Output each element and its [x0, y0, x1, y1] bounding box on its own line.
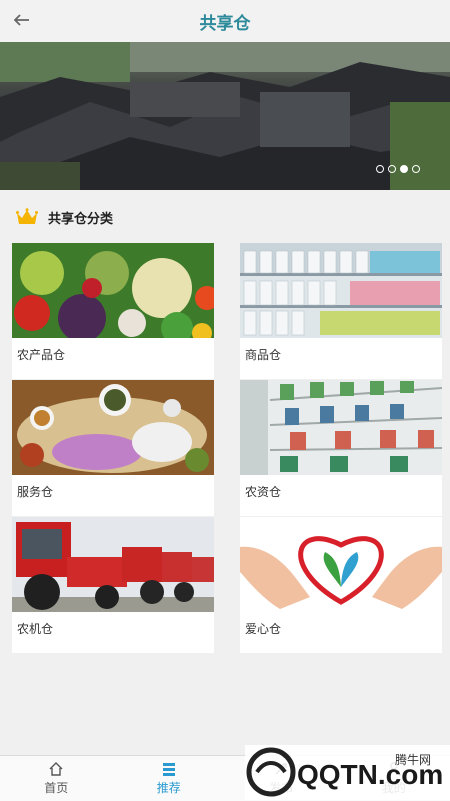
- category-card-supplies[interactable]: 农资仓: [240, 380, 442, 516]
- category-card-goods[interactable]: 商品仓: [240, 243, 442, 379]
- category-card-charity[interactable]: 爱心仓: [240, 517, 442, 653]
- tab-mine[interactable]: 我的: [338, 756, 450, 801]
- publish-icon: [273, 761, 289, 777]
- carousel-indicators: [376, 165, 420, 173]
- crown-icon: [16, 208, 38, 226]
- carousel-dot[interactable]: [412, 165, 420, 173]
- tab-recommend[interactable]: 推荐: [113, 756, 226, 801]
- carousel-dot[interactable]: [376, 165, 384, 173]
- user-icon: [386, 761, 402, 777]
- category-label: 商品仓: [245, 346, 281, 363]
- bottom-tab-bar: 首页 推荐 发布 我的: [0, 755, 450, 801]
- category-card-service[interactable]: 服务仓: [12, 380, 214, 516]
- tab-label: 发布: [269, 779, 293, 796]
- category-label: 服务仓: [17, 483, 53, 500]
- back-button[interactable]: [12, 10, 32, 30]
- category-label: 农机仓: [17, 620, 53, 637]
- tab-label: 我的: [382, 779, 406, 796]
- list-icon: [161, 761, 177, 777]
- banner-carousel[interactable]: [0, 42, 450, 190]
- page-title: 共享仓: [200, 9, 251, 34]
- section-title: 共享仓分类: [48, 208, 113, 227]
- tab-publish[interactable]: 发布: [225, 756, 338, 801]
- tab-label: 首页: [44, 779, 68, 796]
- category-image-food: [12, 380, 214, 475]
- section-header: 共享仓分类: [16, 206, 113, 228]
- home-icon: [48, 761, 64, 777]
- category-image-produce: [12, 243, 214, 338]
- category-image-shelves: [240, 243, 442, 338]
- app-header: 共享仓: [0, 0, 450, 42]
- category-image-tractors: [12, 517, 214, 612]
- category-card-agri[interactable]: 农产品仓: [12, 243, 214, 379]
- category-image-seeds: [240, 380, 442, 475]
- tab-label: 推荐: [157, 779, 181, 796]
- category-label: 农资仓: [245, 483, 281, 500]
- category-label: 农产品仓: [17, 346, 65, 363]
- category-label: 爱心仓: [245, 620, 281, 637]
- carousel-dot-active[interactable]: [400, 165, 408, 173]
- arrow-left-icon: [14, 14, 30, 26]
- carousel-dot[interactable]: [388, 165, 396, 173]
- tab-home[interactable]: 首页: [0, 756, 113, 801]
- category-image-heart-hands: [240, 517, 442, 612]
- category-card-machinery[interactable]: 农机仓: [12, 517, 214, 653]
